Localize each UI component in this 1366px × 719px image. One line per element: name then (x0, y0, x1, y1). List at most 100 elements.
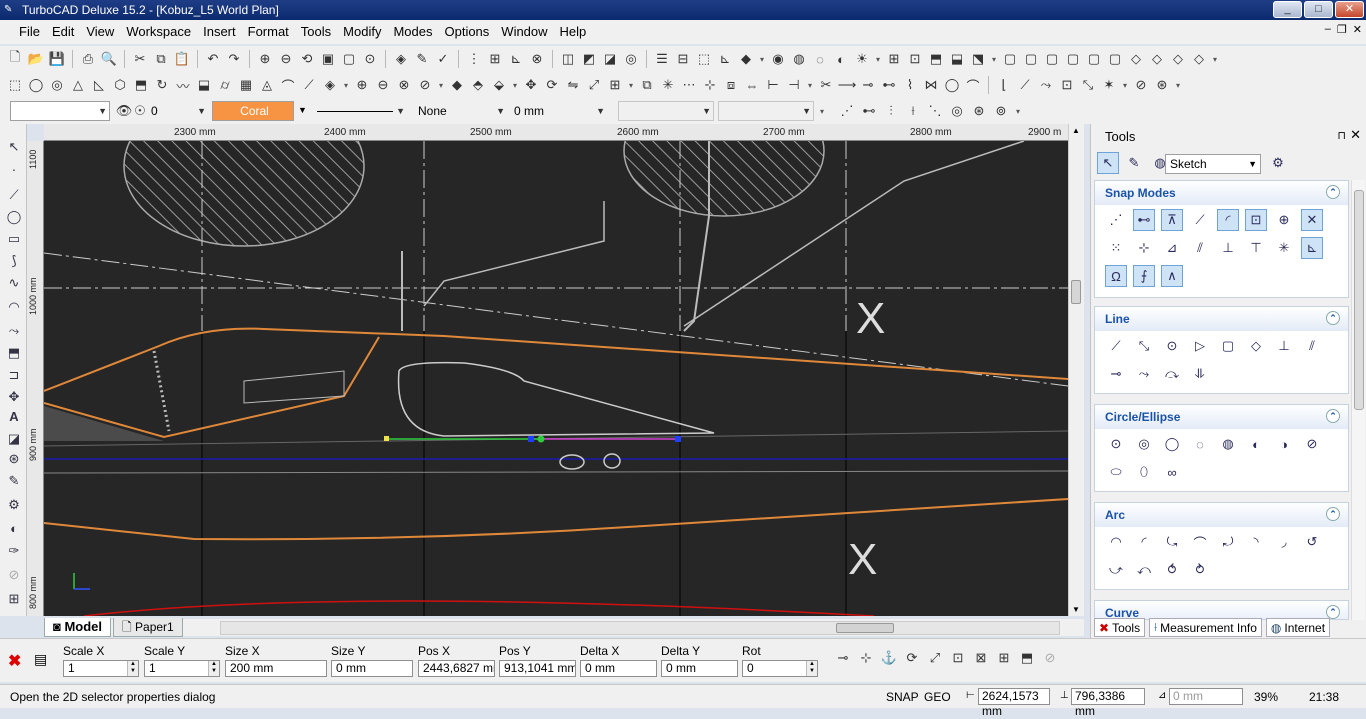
copy-icon[interactable]: ⧉ (152, 50, 170, 68)
selector-icon[interactable]: ⬚ (695, 50, 713, 68)
selection-handle[interactable] (384, 436, 389, 441)
text-tool-icon[interactable]: A (5, 408, 23, 426)
toolbar-grip[interactable]: ▾ (1121, 76, 1129, 94)
snap-middle-icon[interactable]: ⊷ (860, 102, 878, 120)
pos-x-input[interactable]: 2443,6827 mm (418, 660, 495, 677)
layer-select[interactable]: ▼ (10, 101, 110, 121)
cube-back-icon[interactable]: ▢ (1022, 50, 1040, 68)
menu-window[interactable]: Window (495, 20, 553, 44)
explode-icon[interactable]: ⬙ (490, 76, 508, 94)
toolbar-grip[interactable]: ▾ (437, 76, 445, 94)
redo-icon[interactable]: ↷ (225, 50, 243, 68)
rotate-icon[interactable]: ⟳ (543, 76, 561, 94)
properties-grid-icon[interactable]: ▤ (34, 651, 47, 668)
section-header[interactable]: Circle/Ellipse ⌃ (1095, 405, 1348, 429)
loft-icon[interactable]: ⬓ (195, 76, 213, 94)
menu-options[interactable]: Options (438, 20, 495, 44)
cube-front-icon[interactable]: ▢ (1001, 50, 1019, 68)
modify-tool-icon[interactable]: ⚙ (5, 496, 23, 514)
layers-icon[interactable]: ☰ (653, 50, 671, 68)
toolbar-grip[interactable]: ▾ (627, 76, 635, 94)
cone-icon[interactable]: △ (69, 76, 87, 94)
array-icon[interactable]: ⊞ (606, 76, 624, 94)
collapse-icon[interactable]: ⌃ (1326, 409, 1340, 423)
distribute-icon[interactable]: ⊣ (785, 76, 803, 94)
circle-two-point-icon[interactable]: ◯ (1161, 433, 1183, 455)
open-icon[interactable]: 📂 (27, 50, 45, 68)
workplane-face-icon[interactable]: ⬓ (948, 50, 966, 68)
rotated-ellipse-icon[interactable]: ⬯ (1133, 461, 1155, 483)
cube-left-icon[interactable]: ▢ (1085, 50, 1103, 68)
snap-grid-icon[interactable]: ⁙ (1105, 237, 1127, 259)
line-width-select[interactable]: 0 mm ▼ (510, 101, 608, 121)
cylinder-icon[interactable]: ⌭ (216, 76, 234, 94)
snap-center-icon[interactable]: ⊼ (1161, 209, 1183, 231)
scroll-thumb[interactable] (1071, 280, 1081, 304)
zoom-in-icon[interactable]: ⊕ (256, 50, 274, 68)
size-y-input[interactable]: 0 mm (331, 660, 413, 677)
undo-icon[interactable]: ↶ (204, 50, 222, 68)
section-header[interactable]: Line ⌃ (1095, 307, 1348, 331)
snap-intersection-icon[interactable]: ⊛ (970, 102, 988, 120)
render-wire-icon[interactable]: ◉ (769, 50, 787, 68)
menu-modes[interactable]: Modes (387, 20, 438, 44)
mdi-restore-button[interactable]: ❐ (1337, 23, 1347, 36)
polygon-icon[interactable]: ⊙ (1161, 335, 1183, 357)
named-views-icon[interactable]: ⊡ (906, 50, 924, 68)
view-side-icon[interactable]: ◩ (580, 50, 598, 68)
boundary-icon[interactable]: ⊡ (949, 649, 967, 667)
align-icon[interactable]: ⊢ (764, 76, 782, 94)
toolbar-grip[interactable]: ▾ (990, 50, 998, 68)
arc-double-point-icon[interactable]: ◜ (1133, 531, 1155, 553)
fillet-icon[interactable]: ⌒ (279, 76, 297, 94)
bezier-tool-icon[interactable]: ⤳ (5, 322, 23, 340)
section-header[interactable]: Arc ⌃ (1095, 503, 1348, 527)
tab-tools[interactable]: ✖ Tools (1094, 618, 1146, 637)
toolbar-grip[interactable]: ▾ (874, 50, 882, 68)
box-icon[interactable]: ⬚ (6, 76, 24, 94)
move-icon[interactable]: ✥ (522, 76, 540, 94)
dimension-tool-icon[interactable]: ⊛ (5, 450, 23, 468)
line-tool-icon[interactable]: ⟋ (5, 186, 23, 204)
sweep-icon[interactable]: 〰 (174, 76, 192, 94)
group-icon[interactable]: ⬘ (469, 76, 487, 94)
collapse-icon[interactable]: ⌃ (1326, 185, 1340, 199)
menu-tools[interactable]: Tools (295, 20, 337, 44)
hatch-icon[interactable]: ⊘ (1132, 76, 1150, 94)
ellipse-icon[interactable]: ⬭ (1105, 461, 1127, 483)
menu-workspace[interactable]: Workspace (120, 20, 197, 44)
snap-parallel-icon[interactable]: ⫽ (1189, 237, 1211, 259)
arc-start-end-icon[interactable]: ⤾ (1217, 531, 1239, 553)
snap-perpendicular-icon[interactable]: ⊚ (992, 102, 1010, 120)
toolbar-grip[interactable]: ▾ (758, 50, 766, 68)
render-light-icon[interactable]: ☀ (853, 50, 871, 68)
menu-edit[interactable]: Edit (46, 20, 80, 44)
toolbar-grip[interactable]: ▾ (818, 102, 826, 120)
snap-icon[interactable]: ⊞ (486, 50, 504, 68)
workplane-edge-icon[interactable]: ⬔ (969, 50, 987, 68)
menu-file[interactable]: File (13, 20, 46, 44)
print-icon[interactable]: ⎙ (79, 50, 97, 68)
snap-center-icon[interactable]: ⫶ (882, 102, 900, 120)
anchor-icon[interactable]: ⚓ (880, 649, 898, 667)
workplane-tool-icon[interactable]: ⊞ (5, 590, 23, 608)
save-icon[interactable]: 💾 (48, 50, 66, 68)
menu-help[interactable]: Help (554, 20, 593, 44)
rectangle-icon[interactable]: ▢ (1217, 335, 1239, 357)
sphere-icon[interactable]: ◯ (27, 76, 45, 94)
extrude-icon[interactable]: ⬒ (132, 76, 150, 94)
mdi-close-button[interactable]: ✕ (1353, 23, 1362, 36)
circle-tangent-icon[interactable]: ◯ (943, 76, 961, 94)
snap-tangent-icon[interactable]: ⊹ (1133, 237, 1155, 259)
surface-icon[interactable]: ◬ (258, 76, 276, 94)
solid-tool-icon[interactable]: ◐ (5, 520, 23, 538)
split-icon[interactable]: ⊸ (859, 76, 877, 94)
y-coordinate[interactable]: 796,3386 mm (1071, 688, 1145, 718)
snap-align-vertical-icon[interactable]: ⊥ (1217, 237, 1239, 259)
snap-nearest-icon[interactable]: ⊕ (1273, 209, 1295, 231)
rotate-mode-icon[interactable]: ⟳ (903, 649, 921, 667)
bisector-icon[interactable]: ⤼ (1161, 363, 1183, 385)
snap-intersection-icon[interactable]: ✕ (1301, 209, 1323, 231)
geo-toggle[interactable]: GEO (924, 690, 951, 704)
copy-icon[interactable]: ⧉ (638, 76, 656, 94)
